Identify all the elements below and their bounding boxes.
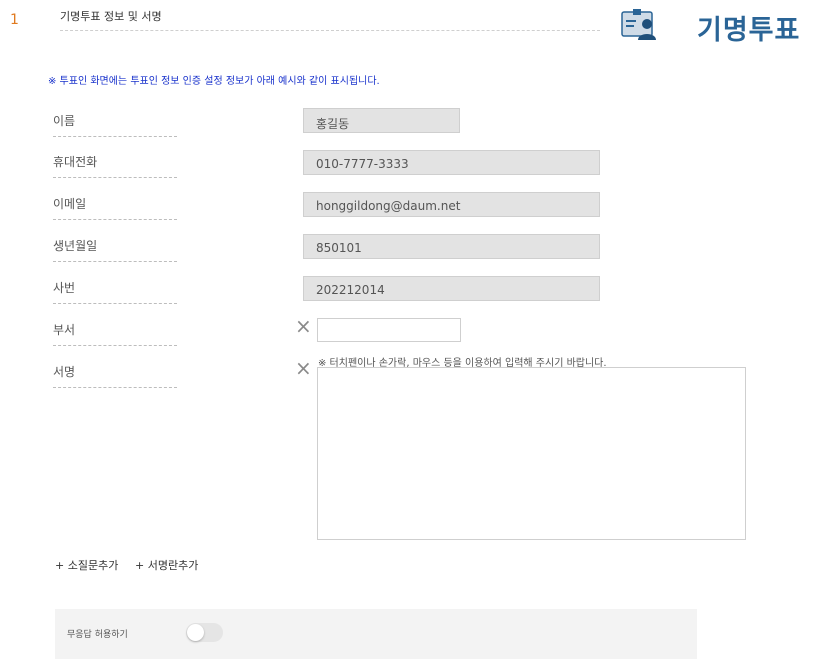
add-signature-field-button[interactable]: + 서명란추가 — [135, 557, 198, 573]
department-input[interactable] — [317, 318, 461, 342]
close-icon[interactable]: × — [295, 358, 312, 378]
employee-id-field: 202212014 — [303, 276, 600, 301]
label-signature: 서명 — [53, 363, 177, 388]
name-field: 홍길동 — [303, 108, 460, 133]
question-number: 1 — [10, 12, 19, 28]
label-email: 이메일 — [53, 195, 177, 220]
add-subquestion-button[interactable]: + 소질문추가 — [55, 557, 118, 573]
id-card-person-icon — [621, 9, 656, 40]
birthdate-field: 850101 — [303, 234, 600, 259]
close-icon[interactable]: × — [295, 316, 312, 336]
notice-text: ※ 투표인 화면에는 투표인 정보 인증 설정 정보가 아래 예시와 같이 표시… — [48, 76, 380, 87]
label-department: 부서 — [53, 321, 177, 346]
label-name: 이름 — [53, 112, 177, 137]
toggle-knob — [187, 624, 204, 641]
phone-field: 010-7777-3333 — [303, 150, 600, 175]
label-birthdate: 생년월일 — [53, 237, 177, 262]
label-employee-id: 사번 — [53, 279, 177, 304]
question-title: 기명투표 정보 및 서명 — [60, 8, 600, 31]
allow-no-response-toggle[interactable] — [186, 623, 223, 642]
allow-no-response-label: 무응답 허용하기 — [67, 630, 128, 640]
badge-title: 기명투표 — [697, 15, 801, 46]
label-phone: 휴대전화 — [53, 153, 177, 178]
email-field: honggildong@daum.net — [303, 192, 600, 217]
signature-pad[interactable] — [317, 367, 746, 540]
options-bar: 무응답 허용하기 — [55, 609, 697, 659]
